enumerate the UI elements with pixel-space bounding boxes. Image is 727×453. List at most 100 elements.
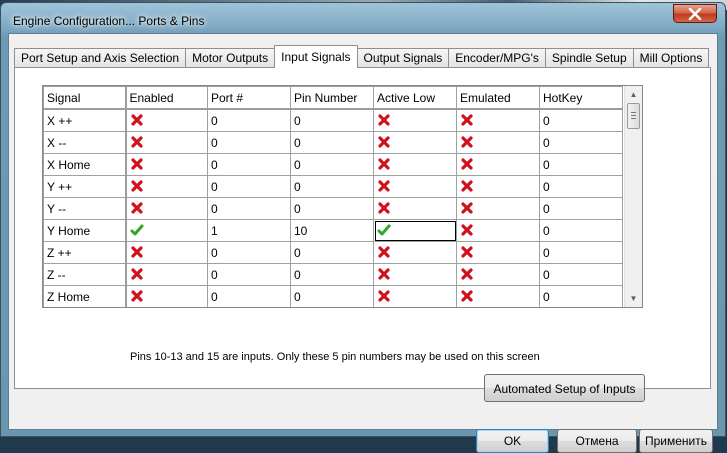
cell-pin-number[interactable]: 10 — [290, 219, 374, 242]
cell-hotkey[interactable]: 0 — [539, 175, 623, 198]
cell-port[interactable]: 1 — [207, 219, 291, 242]
scroll-up-arrow-icon[interactable]: ▲ — [625, 86, 642, 103]
close-button[interactable] — [673, 4, 717, 23]
cell-hotkey[interactable]: 0 — [539, 219, 623, 242]
cell-emulated[interactable] — [456, 263, 540, 286]
cell-enabled[interactable] — [125, 241, 208, 264]
tab-encoder-mpgs[interactable]: Encoder/MPG's — [448, 48, 546, 68]
cell-signal[interactable]: X Home — [43, 153, 127, 176]
cell-enabled[interactable] — [125, 175, 208, 198]
cell-signal[interactable]: Y -- — [43, 197, 127, 220]
cell-hotkey[interactable]: 0 — [539, 285, 623, 307]
cell-enabled[interactable] — [125, 108, 208, 132]
column-header-hotkey[interactable]: HotKey — [539, 86, 623, 110]
cell-hotkey[interactable]: 0 — [539, 263, 623, 286]
grid-vertical-scrollbar[interactable]: ▲ ▼ — [624, 86, 642, 307]
cell-pin-number[interactable]: 0 — [290, 131, 374, 154]
cell-enabled[interactable] — [125, 131, 208, 154]
table-row[interactable]: X ++ 0 0 0 — [43, 108, 623, 132]
cell-emulated[interactable] — [456, 219, 540, 242]
table-row[interactable]: Y ++ 0 0 0 — [43, 175, 623, 198]
cell-active-low[interactable] — [373, 285, 457, 307]
cell-active-low[interactable] — [373, 131, 457, 154]
cell-active-low[interactable] — [373, 197, 457, 220]
table-row[interactable]: Z -- 0 0 0 — [43, 263, 623, 286]
tab-spindle-setup[interactable]: Spindle Setup — [544, 48, 634, 68]
cell-signal[interactable]: Z Home — [43, 285, 127, 307]
cell-hotkey[interactable]: 0 — [539, 153, 623, 176]
cell-hotkey[interactable]: 0 — [539, 197, 623, 220]
tab-output-signals[interactable]: Output Signals — [356, 48, 450, 68]
apply-button[interactable]: Применить — [639, 429, 713, 453]
red-x-icon — [461, 136, 473, 148]
cell-signal[interactable]: Z ++ — [43, 241, 127, 264]
table-row[interactable]: Z ++ 0 0 0 — [43, 241, 623, 264]
cell-signal[interactable]: Y Home — [43, 219, 127, 242]
column-header-signal[interactable]: Signal — [43, 86, 127, 110]
cell-emulated[interactable] — [456, 108, 540, 132]
cell-pin-number[interactable]: 0 — [290, 175, 374, 198]
table-row[interactable]: Y Home 1 10 0 — [43, 219, 623, 242]
cell-pin-number[interactable]: 0 — [290, 153, 374, 176]
cell-active-low[interactable] — [373, 219, 457, 242]
cell-signal[interactable]: X ++ — [43, 108, 127, 132]
cell-hotkey[interactable]: 0 — [539, 241, 623, 264]
red-x-icon — [130, 202, 143, 214]
cell-emulated[interactable] — [456, 197, 540, 220]
cell-enabled[interactable] — [125, 197, 208, 220]
cell-port[interactable]: 0 — [207, 175, 291, 198]
cell-port[interactable]: 0 — [207, 197, 291, 220]
cell-hotkey[interactable]: 0 — [539, 108, 623, 132]
red-x-icon — [461, 202, 473, 214]
cell-active-low[interactable] — [373, 241, 457, 264]
column-header-emulated[interactable]: Emulated — [456, 86, 540, 110]
automated-setup-button[interactable]: Automated Setup of Inputs — [484, 374, 645, 402]
table-row[interactable]: X -- 0 0 0 — [43, 131, 623, 154]
cell-pin-number[interactable]: 0 — [290, 108, 374, 132]
cell-active-low[interactable] — [373, 263, 457, 286]
cell-pin-number[interactable]: 0 — [290, 285, 374, 307]
cell-enabled[interactable] — [125, 263, 208, 286]
cell-emulated[interactable] — [456, 153, 540, 176]
cell-emulated[interactable] — [456, 175, 540, 198]
cell-port[interactable]: 0 — [207, 153, 291, 176]
column-header-active-low[interactable]: Active Low — [373, 86, 457, 110]
title-bar[interactable]: Engine Configuration... Ports & Pins — [1, 3, 725, 33]
cell-signal[interactable]: Y ++ — [43, 175, 127, 198]
tab-port-setup[interactable]: Port Setup and Axis Selection — [14, 48, 187, 68]
tab-motor-outputs[interactable]: Motor Outputs — [185, 48, 276, 68]
scroll-thumb[interactable] — [627, 103, 640, 129]
column-header-port[interactable]: Port # — [207, 86, 291, 110]
column-header-enabled[interactable]: Enabled — [125, 86, 208, 110]
table-row[interactable]: X Home 0 0 0 — [43, 153, 623, 176]
cell-signal[interactable]: X -- — [43, 131, 127, 154]
cell-port[interactable]: 0 — [207, 263, 291, 286]
cell-port[interactable]: 0 — [207, 241, 291, 264]
ok-button[interactable]: OK — [476, 429, 549, 453]
cell-pin-number[interactable]: 0 — [290, 263, 374, 286]
cell-active-low[interactable] — [373, 175, 457, 198]
table-row[interactable]: Y -- 0 0 0 — [43, 197, 623, 220]
cell-enabled[interactable] — [125, 219, 208, 242]
cell-port[interactable]: 0 — [207, 108, 291, 132]
cell-port[interactable]: 0 — [207, 285, 291, 307]
red-x-icon — [130, 114, 143, 126]
cell-active-low[interactable] — [373, 108, 457, 132]
cell-emulated[interactable] — [456, 285, 540, 307]
cell-emulated[interactable] — [456, 131, 540, 154]
scroll-down-arrow-icon[interactable]: ▼ — [625, 290, 642, 307]
cell-pin-number[interactable]: 0 — [290, 241, 374, 264]
cancel-button[interactable]: Отмена — [557, 429, 637, 453]
cell-pin-number[interactable]: 0 — [290, 197, 374, 220]
cell-signal[interactable]: Z -- — [43, 263, 127, 286]
tab-input-signals[interactable]: Input Signals — [274, 45, 358, 68]
cell-hotkey[interactable]: 0 — [539, 131, 623, 154]
tab-mill-options[interactable]: Mill Options — [632, 48, 710, 68]
cell-emulated[interactable] — [456, 241, 540, 264]
column-header-pin-number[interactable]: Pin Number — [290, 86, 374, 110]
cell-active-low[interactable] — [373, 153, 457, 176]
table-row[interactable]: Z Home 0 0 0 — [43, 285, 623, 307]
cell-enabled[interactable] — [125, 285, 208, 307]
cell-port[interactable]: 0 — [207, 131, 291, 154]
cell-enabled[interactable] — [125, 153, 208, 176]
